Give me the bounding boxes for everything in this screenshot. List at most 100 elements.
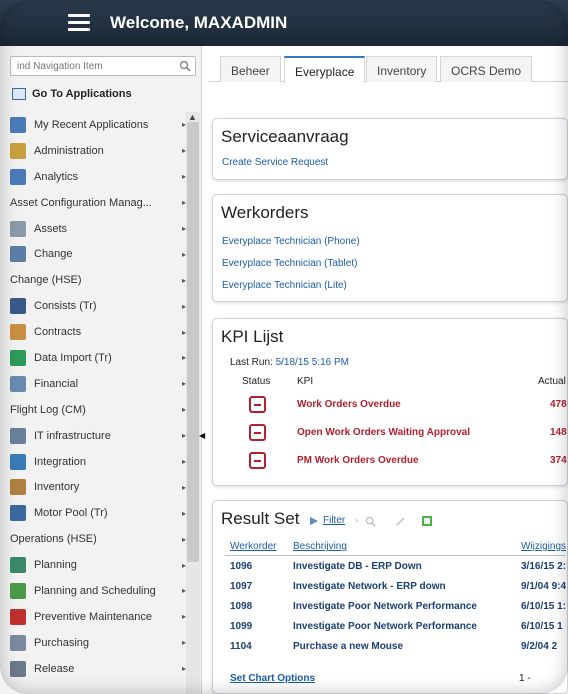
sidebar-item[interactable]: Analytics ▸ <box>10 164 186 190</box>
chevron-right-icon: ▸ <box>181 198 186 208</box>
kpi-alert-icon[interactable] <box>249 396 266 413</box>
sidebar-item[interactable]: IT infrastructure ▸ <box>10 423 186 449</box>
analytics-icon <box>10 168 26 185</box>
sidebar-item[interactable]: Flight Log (CM) ▸ <box>10 397 186 423</box>
sidebar-item[interactable]: Purchasing ▸ <box>10 630 186 656</box>
kpi-name[interactable]: PM Work Orders Overdue <box>297 455 419 466</box>
sidebar-item[interactable]: Planning ▸ <box>10 552 186 578</box>
tab-inventory[interactable]: Inventory <box>366 56 438 82</box>
work-orders-panel: Werkorders Everyplace Technician (Phone)… <box>212 194 568 302</box>
everyplace-technician-tablet-link[interactable]: Everyplace Technician (Tablet) <box>222 258 357 269</box>
sidebar-item[interactable]: Financial ▸ <box>10 371 186 397</box>
filter-link[interactable]: Filter <box>323 515 345 526</box>
service-request-panel: Serviceaanvraag Create Service Request <box>212 118 568 180</box>
search-icon[interactable] <box>365 516 376 527</box>
pagination-info: 1 - <box>519 673 531 684</box>
wijzigings-cell: 9/1/04 9:4 <box>521 581 567 592</box>
table-row[interactable]: 1098 Investigate Poor Network Performanc… <box>213 601 568 621</box>
collapse-sidebar-icon[interactable]: ◀ <box>199 431 205 441</box>
sidebar-item-label: Planning <box>34 559 77 572</box>
sidebar-item[interactable]: Data Import (Tr) ▸ <box>10 345 186 371</box>
tab-ocrs-demo[interactable]: OCRS Demo <box>440 56 533 82</box>
sidebar-item[interactable]: Preventive Maintenance ▸ <box>10 604 186 630</box>
sidebar-item-label: Integration <box>34 455 86 468</box>
column-beschrijving[interactable]: Beschrijving <box>293 541 347 552</box>
sidebar-item[interactable]: Planning and Scheduling ▸ <box>10 578 186 604</box>
column-werkorder[interactable]: Werkorder <box>230 541 277 552</box>
sidebar-item[interactable]: Change ▸ <box>10 241 186 267</box>
scroll-up-icon[interactable]: ▲ <box>188 112 197 122</box>
sidebar-item[interactable]: Motor Pool (Tr) ▸ <box>10 500 186 526</box>
sidebar-item-label: My Recent Applications <box>34 118 149 131</box>
chevron-right-icon: ▸ <box>181 405 186 415</box>
sidebar-item[interactable]: Change (HSE) ▸ <box>10 267 186 293</box>
search-icon[interactable] <box>179 60 191 72</box>
sidebar-item-label: Motor Pool (Tr) <box>34 507 108 520</box>
clear-filter-icon[interactable] <box>395 516 406 527</box>
admin-icon <box>10 142 26 159</box>
tab-everyplace[interactable]: Everyplace <box>284 56 366 83</box>
kpi-name[interactable]: Open Work Orders Waiting Approval <box>297 427 470 438</box>
next-arrow-icon[interactable]: › <box>355 515 358 526</box>
welcome-title: Welcome, MAXADMIN <box>110 13 288 32</box>
chevron-right-icon: ▸ <box>181 482 186 492</box>
beschrijving-cell: Investigate DB - ERP Down <box>293 561 422 572</box>
navigation-search[interactable] <box>10 56 196 76</box>
sidebar-item[interactable]: Release ▸ <box>10 656 186 682</box>
chevron-right-icon: ▸ <box>181 275 186 285</box>
sidebar-item-label: Change (HSE) <box>10 274 82 287</box>
werkorder-cell: 1097 <box>230 581 253 592</box>
filter-icon[interactable] <box>309 516 319 526</box>
kpi-column-actual: Actual <box>538 376 566 387</box>
beschrijving-cell: Investigate Poor Network Performance <box>293 601 477 612</box>
chevron-right-icon: ▸ <box>181 120 186 130</box>
sidebar-item[interactable]: Operations (HSE) ▸ <box>10 526 186 552</box>
sidebar-item-label: Flight Log (CM) <box>10 403 86 416</box>
financial-icon <box>10 375 26 392</box>
sidebar-item[interactable]: Consists (Tr) ▸ <box>10 293 186 319</box>
sidebar-item[interactable]: Integration ▸ <box>10 449 186 475</box>
sidebar-item-label: Consists (Tr) <box>34 300 97 313</box>
download-icon[interactable] <box>421 515 433 527</box>
kpi-alert-icon[interactable] <box>249 452 266 469</box>
sidebar-item[interactable]: Administration ▸ <box>10 138 186 164</box>
scrollbar-thumb[interactable] <box>187 122 199 562</box>
sidebar-item-label: Analytics <box>34 170 79 183</box>
table-row[interactable]: 1099 Investigate Poor Network Performanc… <box>213 621 568 641</box>
integration-icon <box>10 453 26 470</box>
kpi-column-kpi: KPI <box>297 376 314 387</box>
clock-icon <box>10 116 26 133</box>
navigation-search-input[interactable] <box>11 57 171 75</box>
werkorder-cell: 1096 <box>230 561 253 572</box>
tab-beheer[interactable]: Beheer <box>220 56 281 82</box>
kpi-alert-icon[interactable] <box>249 424 266 441</box>
chevron-right-icon: ▸ <box>181 431 186 441</box>
sidebar-item[interactable]: Contracts ▸ <box>10 319 186 345</box>
table-row[interactable]: 1097 Investigate Network - ERP down 9/1/… <box>213 581 568 601</box>
beschrijving-cell: Investigate Network - ERP down <box>293 581 446 592</box>
everyplace-technician-phone-link[interactable]: Everyplace Technician (Phone) <box>222 236 360 247</box>
last-run-label: Last Run: <box>230 357 273 368</box>
panel-title: Result Set <box>221 509 300 528</box>
everyplace-technician-lite-link[interactable]: Everyplace Technician (Lite) <box>222 280 347 291</box>
create-service-request-link[interactable]: Create Service Request <box>222 157 328 168</box>
tab-bar: Beheer Everyplace Inventory OCRS Demo <box>208 54 568 83</box>
sidebar-item[interactable]: My Recent Applications ▸ <box>10 112 186 138</box>
beschrijving-cell: Investigate Poor Network Performance <box>293 621 477 632</box>
chevron-right-icon: ▸ <box>181 457 186 467</box>
sidebar-item[interactable]: Assets ▸ <box>10 216 186 242</box>
sidebar-scrollbar[interactable]: ▲ <box>186 112 200 694</box>
column-wijzigings[interactable]: Wijzigings <box>521 541 566 552</box>
kpi-list-panel: KPI Lijst Last Run: 5/18/15 5:16 PM Stat… <box>212 318 568 486</box>
kpi-name[interactable]: Work Orders Overdue <box>297 399 401 410</box>
chevron-right-icon: ▸ <box>181 353 186 363</box>
chevron-right-icon: ▸ <box>181 249 186 259</box>
go-to-applications[interactable]: Go To Applications <box>12 88 188 110</box>
set-chart-options-link[interactable]: Set Chart Options <box>230 673 315 684</box>
menu-icon[interactable] <box>68 14 90 32</box>
table-row[interactable]: 1096 Investigate DB - ERP Down 3/16/15 2… <box>213 561 568 581</box>
sidebar-item[interactable]: Asset Configuration Manag... ▸ <box>10 190 186 216</box>
sidebar-item[interactable]: Inventory ▸ <box>10 474 186 500</box>
sidebar-item-label: Preventive Maintenance <box>34 610 153 623</box>
table-row[interactable]: 1104 Purchase a new Mouse 9/2/04 2 <box>213 641 568 661</box>
